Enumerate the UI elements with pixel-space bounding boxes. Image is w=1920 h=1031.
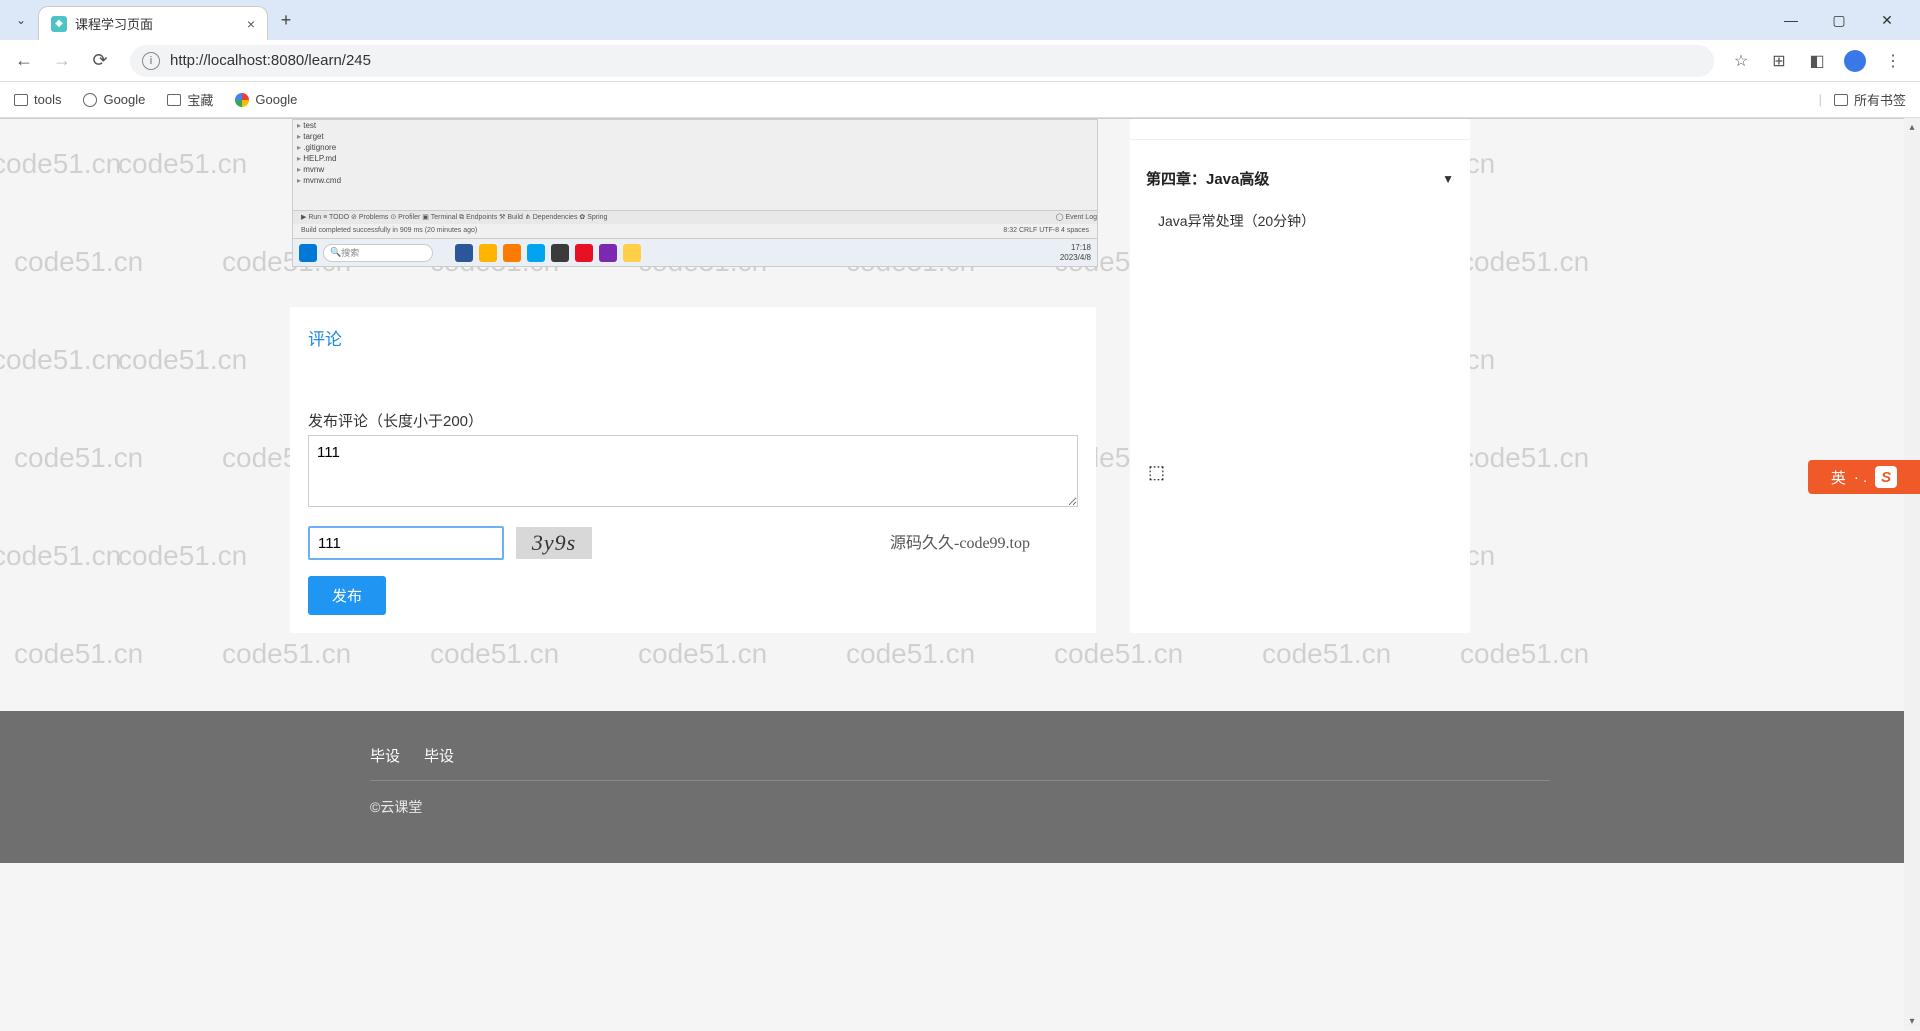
new-tab-button[interactable]: + [272, 6, 300, 34]
ime-toolbar[interactable]: 英 · . S [1808, 460, 1920, 494]
taskbar-app-icon [455, 244, 473, 262]
video-overlay-text: 源码久久-code99.top [890, 529, 1030, 553]
comment-textarea[interactable]: 111 [308, 435, 1078, 507]
address-bar-row: ← → ⟳ i http://localhost:8080/learn/245 … [0, 40, 1920, 82]
sidepanel-icon[interactable]: ◧ [1806, 50, 1828, 72]
taskbar-app-icon [575, 244, 593, 262]
cursor-icon: ⬚ [1148, 462, 1165, 483]
window-controls: — ▢ ✕ [1776, 12, 1920, 29]
bookmark-google-2[interactable]: Google [235, 92, 297, 107]
maximize-button[interactable]: ▢ [1824, 12, 1854, 29]
taskbar-app-icon [479, 244, 497, 262]
folder-icon [1834, 94, 1848, 106]
globe-icon [83, 93, 97, 107]
footer-link-1[interactable]: 毕设 [370, 745, 400, 766]
ime-brand-icon: S [1875, 466, 1897, 488]
ide-status-bar: Build completed successfully in 909 ms (… [293, 224, 1097, 238]
tab-title: 课程学习页面 [75, 14, 239, 33]
taskbar-app-icon [623, 244, 641, 262]
folder-icon [167, 94, 181, 106]
taskbar-search: 🔍 搜索 [323, 244, 433, 262]
video-player[interactable]: test target .gitignore HELP.md mvnw mvnw… [292, 119, 1098, 239]
bookmarks-bar: tools Google 宝藏 Google |所有书签 [0, 82, 1920, 118]
publish-button[interactable]: 发布 [308, 576, 386, 615]
comment-label: 发布评论（长度小于200） [308, 410, 1078, 431]
extensions-icon[interactable]: ⊞ [1768, 50, 1790, 72]
taskbar-app-icon [527, 244, 545, 262]
main-column: test target .gitignore HELP.md mvnw mvnw… [290, 119, 1100, 633]
captcha-input[interactable] [308, 526, 504, 560]
active-tab[interactable]: ◆ 课程学习页面 × [38, 6, 268, 40]
bookmark-google-1[interactable]: Google [83, 92, 145, 107]
comment-section: 评论 发布评论（长度小于200） 111 3y9s 发布 [290, 307, 1096, 633]
chapter-title: 第四章：Java高级 [1146, 168, 1269, 189]
bookmark-tools[interactable]: tools [14, 92, 61, 107]
taskbar-app-icon [551, 244, 569, 262]
captcha-image[interactable]: 3y9s [516, 527, 592, 559]
ime-dots: · . [1854, 469, 1867, 486]
windows-taskbar: 🔍 搜索 17:18 2023/4/8 [292, 239, 1098, 267]
minimize-button[interactable]: — [1776, 12, 1806, 29]
scroll-down-arrow-icon[interactable]: ▾ [1904, 1012, 1920, 1030]
google-icon [235, 93, 249, 107]
taskbar-app-icon [503, 244, 521, 262]
course-sidebar: 第四章：Java高级 ▼ Java异常处理（20分钟） [1130, 119, 1470, 633]
tab-search-button[interactable]: ⌄ [8, 7, 34, 33]
footer-copyright: ©云课堂 [370, 797, 1550, 817]
scroll-up-arrow-icon[interactable]: ▴ [1904, 118, 1920, 136]
ide-toolwindow-tabs: ▶ Run ≡ TODO ⊘ Problems ⊙ Profiler ▣ Ter… [293, 210, 1097, 224]
url-bar[interactable]: i http://localhost:8080/learn/245 [130, 45, 1714, 77]
all-bookmarks[interactable]: |所有书签 [1819, 90, 1906, 109]
chapter-header[interactable]: 第四章：Java高级 ▼ [1130, 139, 1470, 201]
taskbar-app-icon [599, 244, 617, 262]
profile-avatar[interactable] [1844, 50, 1866, 72]
window-close-button[interactable]: ✕ [1872, 12, 1902, 29]
tab-strip: ⌄ ◆ 课程学习页面 × + — ▢ ✕ [0, 0, 1920, 40]
chrome-menu-icon[interactable]: ⋮ [1882, 50, 1904, 72]
bookmark-treasure[interactable]: 宝藏 [167, 90, 213, 109]
url-text: http://localhost:8080/learn/245 [170, 52, 371, 69]
page-footer: 毕设 毕设 ©云课堂 [0, 711, 1920, 863]
back-button[interactable]: ← [10, 47, 38, 75]
page-content: test target .gitignore HELP.md mvnw mvnw… [0, 119, 1920, 1031]
tab-close-button[interactable]: × [247, 16, 255, 32]
reload-button[interactable]: ⟳ [86, 47, 114, 75]
lesson-item[interactable]: Java异常处理（20分钟） [1130, 201, 1470, 241]
forward-button[interactable]: → [48, 47, 76, 75]
chevron-down-icon: ▼ [1442, 172, 1454, 186]
ide-screenshot: test target .gitignore HELP.md mvnw mvnw… [293, 119, 1097, 238]
footer-link-2[interactable]: 毕设 [424, 745, 454, 766]
page-scrollbar[interactable]: ▴ ▾ [1904, 118, 1920, 1030]
browser-chrome: ⌄ ◆ 课程学习页面 × + — ▢ ✕ ← → ⟳ i http://loca… [0, 0, 1920, 119]
ime-lang: 英 [1831, 467, 1846, 488]
folder-icon [14, 94, 28, 106]
start-icon [299, 244, 317, 262]
comment-tab[interactable]: 评论 [308, 325, 1078, 358]
star-icon[interactable]: ☆ [1730, 50, 1752, 72]
tab-favicon-icon: ◆ [51, 16, 67, 32]
site-info-icon[interactable]: i [142, 52, 160, 70]
